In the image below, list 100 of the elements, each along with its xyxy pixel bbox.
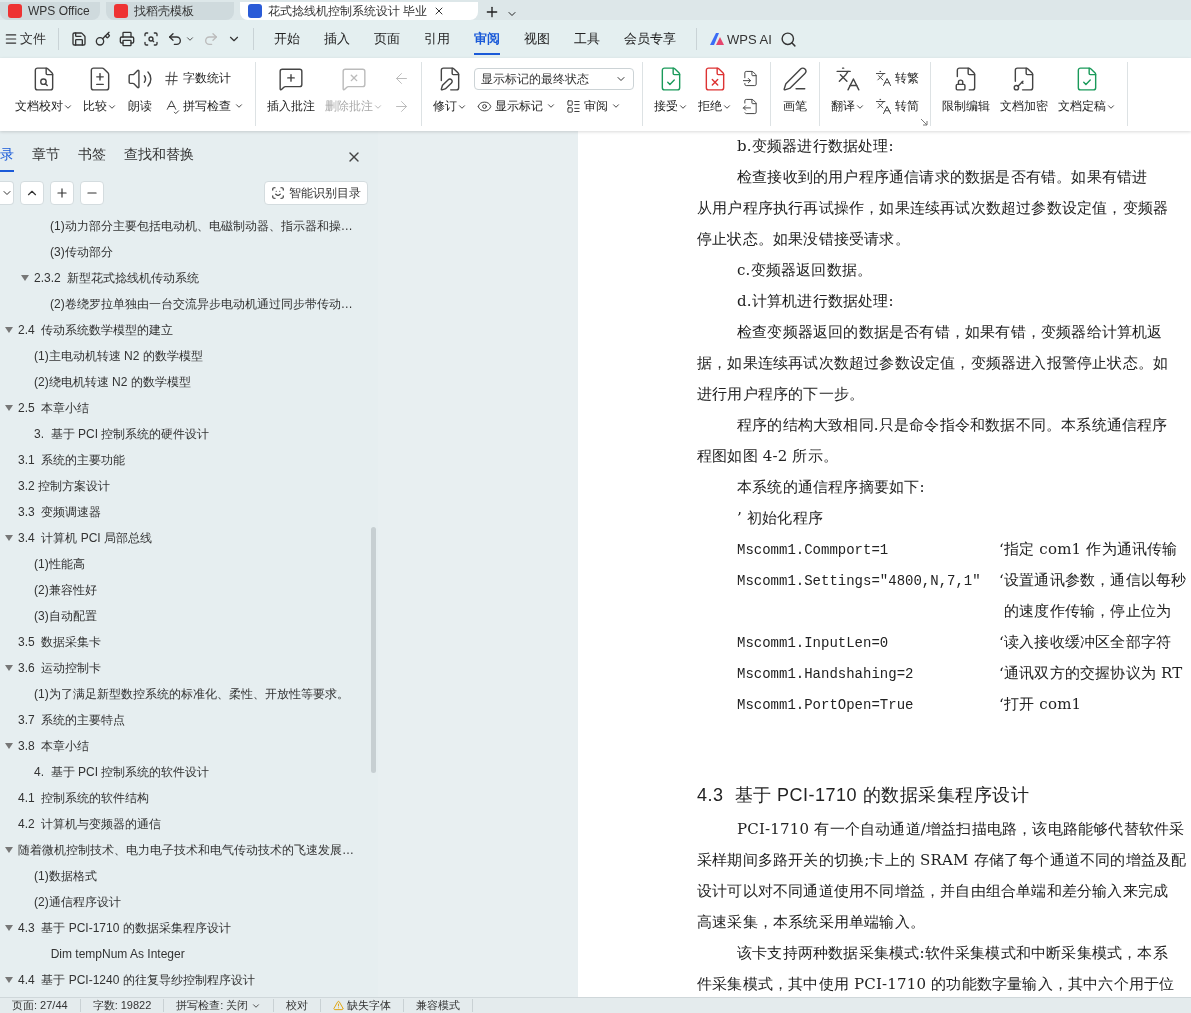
body-text: 高速采集，本系统采用单端输入。: [697, 913, 925, 932]
status-text: 字数: 19822: [80, 999, 165, 1012]
new-tab-icon[interactable]: [484, 4, 500, 20]
outline-item[interactable]: 3.3 变频调速器: [18, 503, 102, 521]
outline-item[interactable]: 4.3 基于 PCI-1710 的数据采集程序设计: [18, 919, 231, 937]
outline-item[interactable]: 4. 基于 PCI 控制系统的软件设计: [34, 763, 210, 781]
ribbon-button[interactable]: 接受: [651, 62, 691, 119]
ribbon-button[interactable]: 拒绝: [695, 62, 735, 119]
body-text: 据，如果连续再试次数超过参数设定值，变频器进入报警停止状态。如: [697, 354, 1169, 373]
expand-arrow-icon[interactable]: [21, 275, 29, 281]
menu-tab[interactable]: 工具: [574, 23, 600, 55]
body-text: 设计可以对不同通道使用不同增益，并自由组合单端和差分输入来完成: [697, 882, 1169, 901]
outline-item[interactable]: 2.3.2 新型花式捻线机传动系统: [34, 269, 200, 287]
expand-arrow-icon[interactable]: [5, 327, 13, 333]
code-text: Mscomm1.PortOpen=True: [737, 696, 915, 713]
window-tab[interactable]: WPS Office: [0, 2, 100, 20]
ribbon-button[interactable]: 审阅: [563, 94, 624, 118]
code-text: Mscomm1.Handshahing=2: [737, 665, 915, 682]
body-text: 采样期间多路开关的切换;卡上的 SRAM 存储了每个通道不同的增益及配: [697, 851, 1187, 870]
ribbon-button[interactable]: 文档校对: [12, 62, 76, 119]
outline-item[interactable]: (2)兼容性好: [34, 581, 97, 599]
outline-item[interactable]: 3.1 系统的主要功能: [18, 451, 126, 469]
outline-item[interactable]: 3.2 控制方案设计: [18, 477, 110, 495]
collapse-button[interactable]: [0, 181, 14, 205]
outline-item[interactable]: (2)通信程序设计: [34, 893, 121, 911]
outline-item[interactable]: 3.4 计算机 PCI 局部总线: [18, 529, 153, 547]
menu-tab[interactable]: 引用: [424, 23, 450, 55]
code-comment: ‘读入接收缓冲区全部字符: [999, 633, 1172, 652]
window-tab[interactable]: 花式捻线机控制系统设计 毕业: [240, 2, 478, 20]
sidebar-tab[interactable]: 章节: [32, 142, 60, 172]
outline-item[interactable]: Dim tempNum As Integer: [34, 947, 185, 961]
status-dropdown[interactable]: 拼写检查: 关闭: [164, 999, 275, 1012]
expand-arrow-icon[interactable]: [5, 847, 13, 853]
translate-icon: [835, 66, 861, 92]
outline-item[interactable]: (1)为了满足新型数控系统的标准化、柔性、开放性等要求。: [34, 685, 349, 703]
outline-item[interactable]: 4.1 控制系统的软件结构: [18, 789, 150, 807]
menu-tab[interactable]: 插入: [324, 23, 350, 55]
ribbon-button[interactable]: 转繁: [872, 66, 922, 90]
ribbon-button[interactable]: 显示标记: [474, 94, 559, 118]
code-text: Mscomm1.InputLen=0: [737, 634, 890, 651]
body-text: 程序的结构大致相同.只是命令指令和数据不同。本系统通信程序: [737, 416, 1168, 435]
expand-arrow-icon[interactable]: [5, 405, 13, 411]
ribbon-button[interactable]: 修订: [430, 62, 470, 119]
status-text: 页面: 27/44: [0, 999, 81, 1012]
move-up-button[interactable]: [20, 181, 44, 205]
outline-item[interactable]: (1)性能高: [34, 555, 85, 573]
menu-tab[interactable]: 视图: [524, 23, 550, 55]
code-text: Mscomm1.Settings=″4800,N,7,1″: [737, 572, 982, 589]
ribbon-button[interactable]: 拼写检查: [160, 94, 247, 118]
outline-item[interactable]: (3)自动配置: [34, 607, 97, 625]
menu-tab[interactable]: 审阅: [474, 23, 500, 55]
ribbon-button[interactable]: 翻译: [828, 62, 868, 119]
outline-item[interactable]: (1)数据格式: [34, 867, 97, 885]
menu-tab[interactable]: 页面: [374, 23, 400, 55]
remove-button[interactable]: [80, 181, 104, 205]
smart-toc-button[interactable]: 智能识别目录: [264, 181, 368, 205]
outline-item[interactable]: 3. 基于 PCI 控制系统的硬件设计: [34, 425, 210, 443]
file-menu[interactable]: 文件: [0, 27, 50, 51]
ribbon-button[interactable]: 转简: [872, 94, 922, 118]
dialog-launcher-icon[interactable]: [920, 118, 928, 126]
ribbon-button[interactable]: 画笔: [779, 62, 811, 119]
ribbon-button[interactable]: 文档定稿: [1055, 62, 1119, 119]
status-warning[interactable]: 缺失字体: [321, 999, 405, 1012]
ribbon-button[interactable]: 插入批注: [264, 62, 318, 119]
add-comment-icon: [278, 66, 304, 92]
sidebar-tab[interactable]: 查找和替换: [124, 142, 194, 172]
outline-item[interactable]: (2)卷绕罗拉单独由一台交流异步电动机通过同步带传动…: [50, 295, 353, 313]
outline-item[interactable]: 随着微机控制技术、电力电子技术和电气传动技术的飞速发展…: [18, 841, 354, 859]
add-button[interactable]: [50, 181, 74, 205]
expand-arrow-icon[interactable]: [5, 977, 13, 983]
outline-item[interactable]: (3)传动部分: [50, 243, 113, 261]
ribbon-button[interactable]: 字数统计: [160, 66, 247, 90]
expand-arrow-icon[interactable]: [5, 743, 13, 749]
outline-item[interactable]: (2)绕电机转速 N2 的数学模型: [34, 373, 191, 391]
expand-arrow-icon[interactable]: [5, 665, 13, 671]
menu-tab[interactable]: 会员专享: [624, 23, 676, 55]
outline-item[interactable]: 2.5 本章小结: [18, 399, 90, 417]
outline-item[interactable]: 3.5 数据采集卡: [18, 633, 102, 651]
ribbon-button[interactable]: 限制编辑: [939, 62, 993, 119]
expand-arrow-icon[interactable]: [5, 925, 13, 931]
ribbon-button[interactable]: 文档加密: [997, 62, 1051, 119]
outline-item[interactable]: 2.4 传动系统数学模型的建立: [18, 321, 174, 339]
outline-item[interactable]: (1)主电动机转速 N2 的数学模型: [34, 347, 203, 365]
body-text: 该卡支持两种数据采集模式:软件采集模式和中断采集模式，本系: [737, 944, 1168, 963]
menu-tab[interactable]: 开始: [274, 23, 300, 55]
ai-button[interactable]: WPS AI: [705, 28, 776, 50]
scrollbar-thumb[interactable]: [371, 527, 376, 773]
ribbon-button[interactable]: 朗读: [124, 62, 156, 119]
window-tab[interactable]: 找稻壳模板: [106, 2, 234, 20]
sidebar-tab[interactable]: 书签: [78, 142, 106, 172]
outline-item[interactable]: 4.4 基于 PCI-1240 的往复导纱控制程序设计: [18, 971, 255, 989]
expand-arrow-icon[interactable]: [5, 535, 13, 541]
ribbon-button[interactable]: 比较: [80, 62, 120, 119]
outline-item[interactable]: 3.8 本章小结: [18, 737, 90, 755]
outline-item[interactable]: (1)动力部分主要包括电动机、电磁制动器、指示器和操…: [50, 217, 353, 235]
outline-item[interactable]: 4.2 计算机与变频器的通信: [18, 815, 162, 833]
outline-item[interactable]: 3.6 运动控制卡: [18, 659, 102, 677]
outline-item[interactable]: 3.7 系统的主要特点: [18, 711, 126, 729]
markup-select[interactable]: 显示标记的最终状态: [474, 68, 634, 90]
sidebar-tab[interactable]: 录: [0, 142, 14, 172]
